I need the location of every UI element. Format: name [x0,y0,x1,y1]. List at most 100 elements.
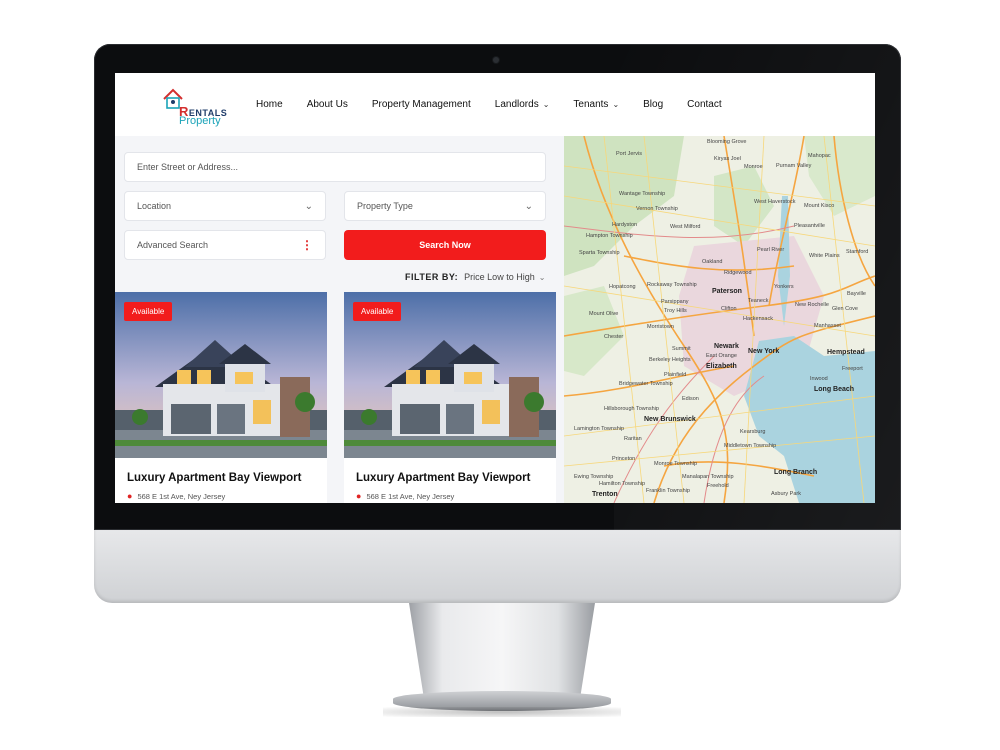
listing-card[interactable]: Available Luxury Apartment Bay Viewport … [115,292,327,503]
map-place-label: Lamington Township [574,426,625,432]
search-now-button[interactable]: Search Now [344,230,546,260]
listing-title[interactable]: Luxury Apartment Bay Viewport [127,472,301,484]
nav-tenants[interactable]: Tenants ⌄ [573,99,619,110]
monitor-stand [383,603,621,718]
map-place-label: Glen Cove [832,306,858,312]
map-place-label: Freehold [707,483,729,489]
listing-address: ● 568 E 1st Ave, Ney Jersey [127,491,226,501]
map-place-label: White Plains [809,253,840,259]
map-place-label: Kiryas Joel [714,156,741,162]
map-place-label: New Brunswick [644,416,696,423]
map-place-label: Mount Kisco [804,203,835,209]
website-screen: RENTALS Property Home About Us Property … [115,73,875,503]
chevron-down-icon: ⌄ [304,200,313,212]
map-place-label: Newark [714,343,739,350]
map-place-label: Rockaway Township [647,282,697,288]
map-place-label: Franklin Township [646,488,690,494]
map-place-label: Pearl River [757,247,785,253]
map-place-label: Paterson [712,288,742,295]
webcam-dot [493,57,499,63]
map-place-label: Pleasantville [794,223,825,229]
map-place-label: Summit [672,346,691,352]
listing-card[interactable]: Available Luxury Apartment Bay Viewport … [344,292,556,503]
property-type-select[interactable]: Property Type ⌄ [344,191,546,221]
map-place-label: Stamford [846,249,869,255]
map-place-label: Manhasset [814,323,841,329]
logo-brand-sub: Property [179,115,221,127]
map-place-label: Hempstead [827,349,865,356]
map-view[interactable]: Port Jervis Blooming Grove Kiryas Joel M… [564,136,875,503]
map-place-label: Hampton Township [586,233,633,239]
map-place-label: Hamilton Township [599,481,646,487]
map-place-label: West Haverstock [754,199,796,205]
map-place-label: Ridgewood [724,270,752,276]
location-select[interactable]: Location ⌄ [124,191,326,221]
status-badge: Available [124,302,173,321]
map-place-label: Port Jervis [616,151,642,157]
stand-shadow [383,707,621,717]
map-place-label: Troy Hills [664,308,687,314]
chevron-down-icon: ⌄ [538,272,546,282]
map-place-label: New York [748,348,780,355]
map-place-label: Middletown Township [724,443,777,449]
map-place-label: Inwood [810,376,828,382]
map-place-label: Wantage Township [619,191,666,197]
nav-landlords[interactable]: Landlords ⌄ [495,99,550,110]
map-place-label: Hopatcong [609,284,636,290]
map-place-label: Morristown [647,324,674,330]
map-place-label: Hardyston [612,222,638,228]
nav-blog[interactable]: Blog [643,99,663,110]
listing-title[interactable]: Luxury Apartment Bay Viewport [356,472,530,484]
map-place-label: Teaneck [748,298,769,304]
map-pin-icon: ● [127,491,133,501]
map-place-label: West Milford [670,224,701,230]
listing-address: ● 568 E 1st Ave, Ney Jersey [356,491,455,501]
nav-property-management[interactable]: Property Management [372,99,471,110]
map-place-label: Manalapan Township [682,474,734,480]
site-header: RENTALS Property Home About Us Property … [115,73,875,136]
nav-contact[interactable]: Contact [687,99,721,110]
map-place-label: Yonkers [774,284,794,290]
nav-home[interactable]: Home [256,99,283,110]
map-place-label: Plainfield [664,372,687,378]
address-search-input[interactable]: Enter Street or Address... [124,152,546,182]
map-pin-icon: ● [356,491,362,501]
advanced-search-toggle[interactable]: Advanced Search ⋮ [124,230,326,260]
monitor-chin [94,530,901,603]
map-place-label: Mount Olive [589,311,619,317]
map-place-label: Parsippany [661,299,689,305]
map-place-label: Trenton [592,491,618,498]
map-place-label: Edison [682,396,699,402]
map-place-label: Blooming Grove [707,139,747,145]
map-place-label: Bridgewater Township [619,381,673,387]
map-place-label: East Orange [706,353,737,359]
map-place-label: Vernon Township [636,206,678,212]
map-place-label: Purnam Valley [776,163,812,169]
map-place-label: Hillsborough Township [604,406,659,412]
map-place-label: Monroe [744,164,763,170]
site-logo[interactable]: RENTALS Property [162,88,234,127]
map-place-label: Long Branch [774,469,818,476]
more-vertical-icon: ⋮ [301,238,313,252]
map-tiles [564,136,875,503]
map-place-label: Sparta Township [579,250,620,256]
map-place-label: Chester [604,334,624,340]
map-place-label: New Rochelle [795,302,829,308]
map-place-label: Princeton [612,456,636,462]
map-place-label: Bayville [847,291,866,297]
chevron-down-icon: ⌄ [542,100,550,109]
nav-about-us[interactable]: About Us [307,99,348,110]
map-place-label: Asbury Park [771,491,801,497]
map-place-label: Kearsburg [740,429,766,435]
map-place-label: Raritan [624,436,642,442]
map-place-label: Oakland [702,259,723,265]
map-place-label: Monroe Township [654,461,698,467]
map-place-label: Elizabeth [706,363,737,370]
main-nav: Home About Us Property Management Landlo… [256,73,746,136]
chevron-down-icon: ⌄ [524,200,533,212]
filter-by-sort[interactable]: FILTER BY: Price Low to High ⌄ [405,272,545,282]
map-place-label: Mahopac [808,153,831,159]
map-place-label: Clifton [721,306,737,312]
map-place-label: Freeport [842,366,863,372]
map-place-label: Hackensack [743,316,773,322]
